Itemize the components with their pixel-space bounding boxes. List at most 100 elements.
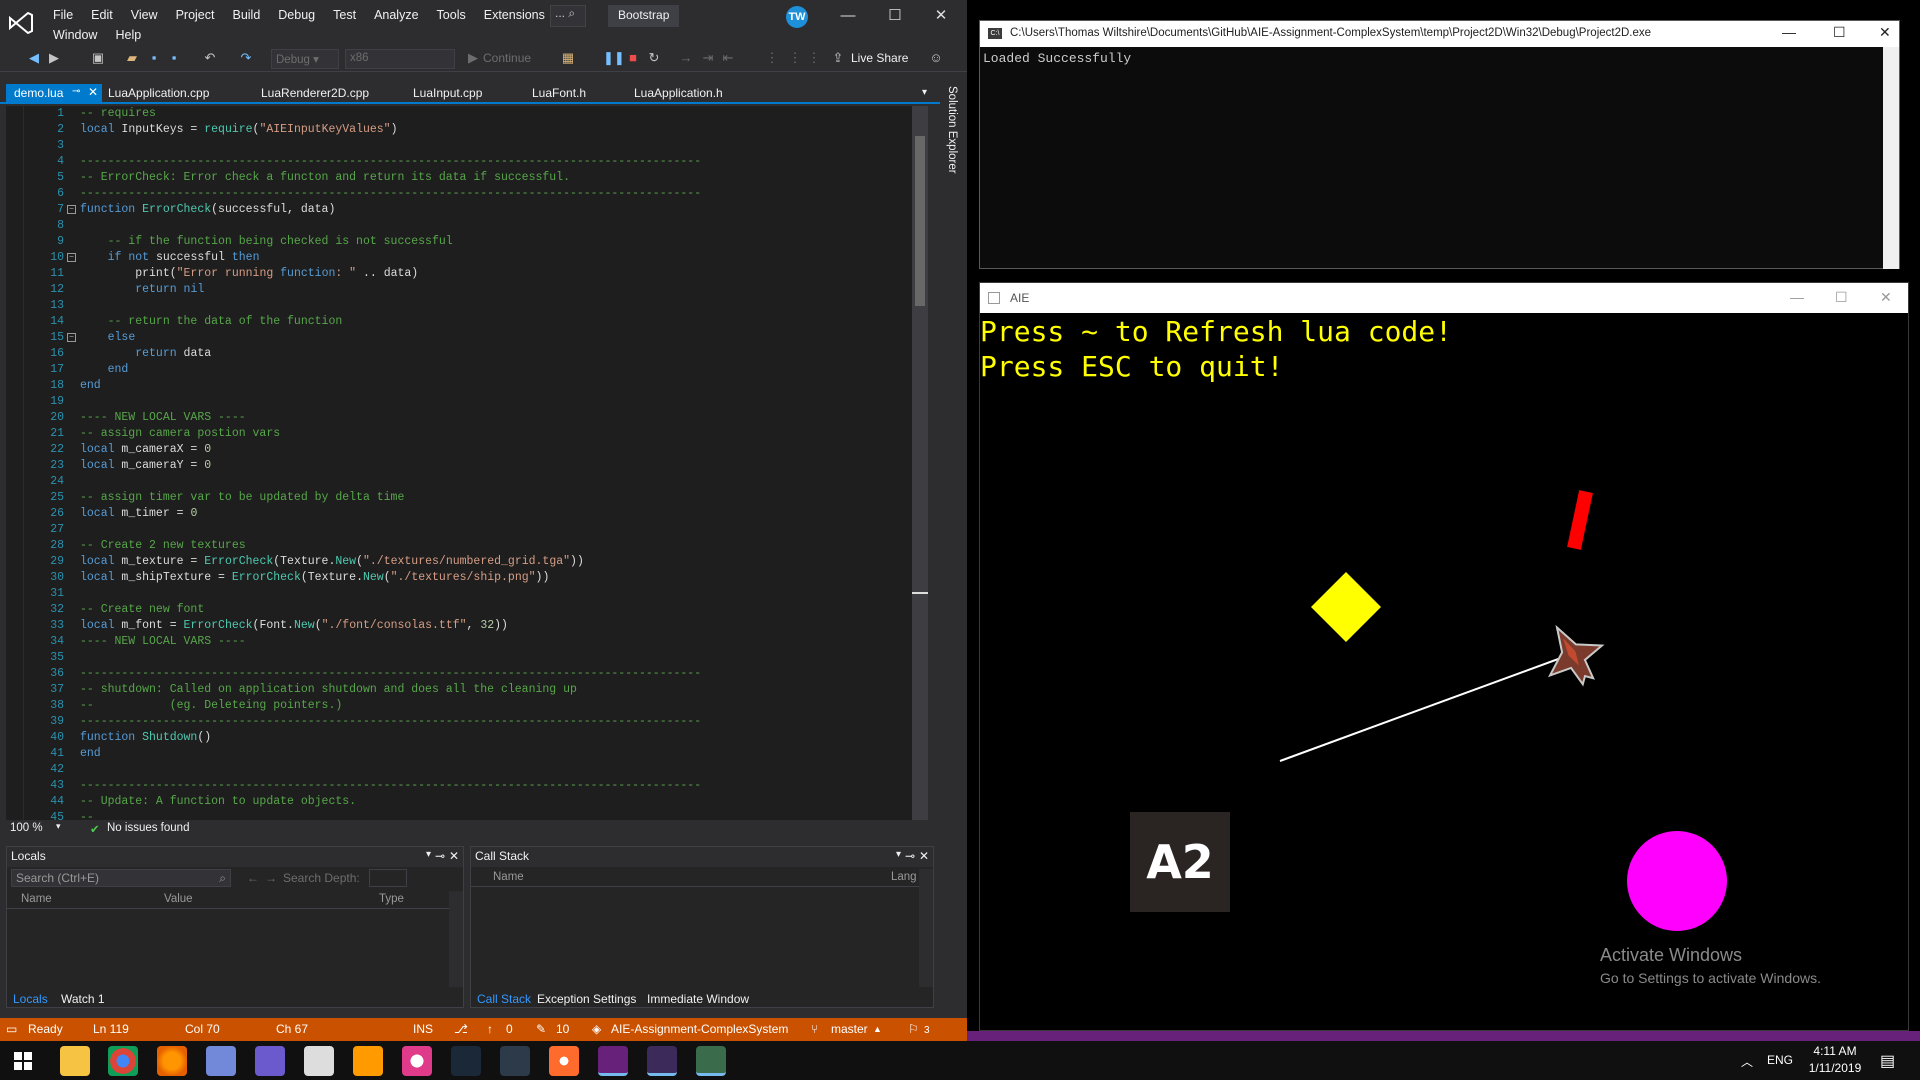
windows-start-icon[interactable] bbox=[14, 1052, 32, 1070]
col-name[interactable]: Name bbox=[493, 871, 524, 883]
col-type[interactable]: Type bbox=[379, 893, 404, 905]
col-name[interactable]: Name bbox=[21, 893, 52, 905]
tray-language[interactable]: ENG bbox=[1767, 1053, 1793, 1067]
code-line[interactable]: 28 -- Create 2 new textures bbox=[6, 538, 918, 554]
status-ch[interactable]: Ch 67 bbox=[276, 1022, 308, 1036]
bookmark-icon[interactable]: ⋮ bbox=[787, 50, 803, 66]
code-line[interactable]: 2 local InputKeys = require("AIEInputKeyV… bbox=[6, 122, 918, 138]
code-line[interactable]: 15− else bbox=[6, 330, 918, 346]
status-col[interactable]: Col 70 bbox=[185, 1022, 220, 1036]
close-icon[interactable]: ✕ bbox=[918, 2, 964, 30]
chrome-icon[interactable] bbox=[108, 1046, 138, 1076]
live-share-label[interactable]: Live Share bbox=[851, 51, 908, 65]
code-editor[interactable]: 1 -- requires 2 local InputKeys = require("… bbox=[6, 106, 918, 820]
file-explorer-icon[interactable] bbox=[60, 1046, 90, 1076]
code-line[interactable]: 7− function ErrorCheck(successful, data) bbox=[6, 202, 918, 218]
console-titlebar[interactable]: C:\ C:\Users\Thomas Wiltshire\Documents\… bbox=[980, 21, 1899, 47]
close-icon[interactable]: ✕ bbox=[449, 849, 459, 863]
status-up-count[interactable]: 0 bbox=[506, 1022, 513, 1036]
tab-immediate-window[interactable]: Immediate Window bbox=[643, 990, 753, 1008]
step-out-icon[interactable]: ⇤ bbox=[720, 50, 736, 66]
code-line[interactable]: 44 -- Update: A function to update object… bbox=[6, 794, 918, 810]
tab-locals[interactable]: Locals bbox=[9, 990, 52, 1008]
code-line[interactable]: 32 -- Create new font bbox=[6, 602, 918, 618]
col-value[interactable]: Value bbox=[164, 893, 193, 905]
code-line[interactable]: 42 bbox=[6, 762, 918, 778]
code-line[interactable]: 25 -- assign timer var to be updated by d… bbox=[6, 490, 918, 506]
menu-view[interactable]: View bbox=[122, 6, 167, 24]
dropdown-icon[interactable]: ▾ bbox=[896, 849, 901, 860]
branch-icon[interactable]: ⑂ bbox=[811, 1022, 818, 1036]
unity-icon[interactable] bbox=[304, 1046, 334, 1076]
close-icon[interactable]: ✕ bbox=[919, 849, 929, 863]
pause-icon[interactable]: ❚❚ bbox=[603, 50, 625, 66]
tray-date[interactable]: 1/11/2019 bbox=[1804, 1061, 1866, 1075]
code-line[interactable]: 40 function Shutdown() bbox=[6, 730, 918, 746]
repo-icon[interactable]: ◈ bbox=[592, 1022, 601, 1036]
save-icon[interactable]: ▪ bbox=[146, 50, 162, 66]
maximize-icon[interactable]: ☐ bbox=[872, 2, 918, 30]
code-line[interactable]: 39 --------------------------------------… bbox=[6, 714, 918, 730]
fold-toggle-icon[interactable]: − bbox=[67, 205, 76, 214]
origin-icon[interactable] bbox=[549, 1046, 579, 1076]
code-line[interactable]: 29 local m_texture = ErrorCheck(Texture.N… bbox=[6, 554, 918, 570]
code-line[interactable]: 4 ---------------------------------------… bbox=[6, 154, 918, 170]
code-line[interactable]: 31 bbox=[6, 586, 918, 602]
pencil-icon[interactable]: ✎ bbox=[536, 1022, 546, 1036]
continue-label[interactable]: Continue bbox=[483, 51, 531, 65]
pin-icon[interactable]: ⊸ bbox=[905, 849, 915, 863]
code-line[interactable]: 22 local m_cameraX = 0 bbox=[6, 442, 918, 458]
status-edits[interactable]: 10 bbox=[556, 1022, 569, 1036]
close-tab-icon[interactable]: ✕ bbox=[88, 85, 98, 99]
firefox-icon[interactable] bbox=[157, 1046, 187, 1076]
code-line[interactable]: 41 end bbox=[6, 746, 918, 762]
pin-icon[interactable]: ⊸ bbox=[72, 86, 80, 97]
code-line[interactable]: 23 local m_cameraY = 0 bbox=[6, 458, 918, 474]
code-line[interactable]: 24 bbox=[6, 474, 918, 490]
menu-analyze[interactable]: Analyze bbox=[365, 6, 427, 24]
minimize-icon[interactable]: — bbox=[1790, 289, 1804, 305]
notification-icon[interactable]: ⚐ bbox=[908, 1022, 919, 1036]
avatar[interactable]: TW bbox=[786, 6, 808, 28]
fold-toggle-icon[interactable]: − bbox=[67, 253, 76, 262]
fold-toggle-icon[interactable]: − bbox=[67, 333, 76, 342]
stop-icon[interactable]: ■ bbox=[625, 50, 641, 66]
solution-explorer-tab[interactable]: Solution Explorer bbox=[940, 84, 967, 204]
dropdown-icon[interactable]: ▾ bbox=[426, 849, 431, 860]
steam-icon[interactable] bbox=[451, 1046, 481, 1076]
tab-luarenderer2d-cpp[interactable]: LuaRenderer2D.cpp bbox=[253, 84, 377, 104]
tab-luafont-h[interactable]: LuaFont.h bbox=[524, 84, 594, 104]
back-icon[interactable]: ◀ bbox=[26, 50, 42, 66]
code-line[interactable]: 3 bbox=[6, 138, 918, 154]
menu-project[interactable]: Project bbox=[167, 6, 224, 24]
code-line[interactable]: 18 end bbox=[6, 378, 918, 394]
quick-launch[interactable]: ... ⌕ bbox=[550, 5, 586, 27]
status-branch[interactable]: master bbox=[831, 1022, 868, 1036]
search-depth-dropdown[interactable] bbox=[369, 869, 407, 887]
console-window[interactable]: C:\ C:\Users\Thomas Wiltshire\Documents\… bbox=[979, 20, 1900, 269]
code-line[interactable]: 21 -- assign camera postion vars bbox=[6, 426, 918, 442]
game-titlebar[interactable]: AIE — ☐ ✕ bbox=[980, 283, 1908, 313]
tab-demo-lua[interactable]: demo.lua ⊸ ✕ bbox=[6, 84, 102, 104]
status-ins[interactable]: INS bbox=[413, 1022, 433, 1036]
continue-icon[interactable]: ▶ bbox=[465, 50, 481, 66]
tray-time[interactable]: 4:11 AM bbox=[1807, 1044, 1863, 1058]
back-icon[interactable]: ← bbox=[247, 871, 259, 885]
step-into-icon[interactable]: → bbox=[678, 50, 694, 66]
live-share-icon[interactable]: ⇪ bbox=[830, 50, 846, 66]
itunes-icon[interactable] bbox=[402, 1046, 432, 1076]
status-repo[interactable]: AIE-Assignment-ComplexSystem bbox=[611, 1022, 788, 1036]
close-icon[interactable]: ✕ bbox=[1880, 289, 1892, 306]
breakpoint-icon[interactable]: ⋮ bbox=[764, 50, 780, 66]
code-line[interactable]: 33 local m_font = ErrorCheck(Font.New("./… bbox=[6, 618, 918, 634]
branch-dropdown-icon[interactable]: ▲ bbox=[873, 1024, 882, 1034]
menu-tools[interactable]: Tools bbox=[428, 6, 475, 24]
code-line[interactable]: 43 --------------------------------------… bbox=[6, 778, 918, 794]
discord-icon[interactable] bbox=[206, 1046, 236, 1076]
code-line[interactable]: 45 -- bbox=[6, 810, 918, 820]
search-input[interactable]: Search (Ctrl+E) ⌕ bbox=[11, 869, 231, 887]
menu-help[interactable]: Help bbox=[106, 26, 150, 44]
status-line[interactable]: Ln 119 bbox=[93, 1022, 129, 1036]
tab-watch1[interactable]: Watch 1 bbox=[57, 990, 109, 1008]
app-icon-purple[interactable] bbox=[255, 1046, 285, 1076]
